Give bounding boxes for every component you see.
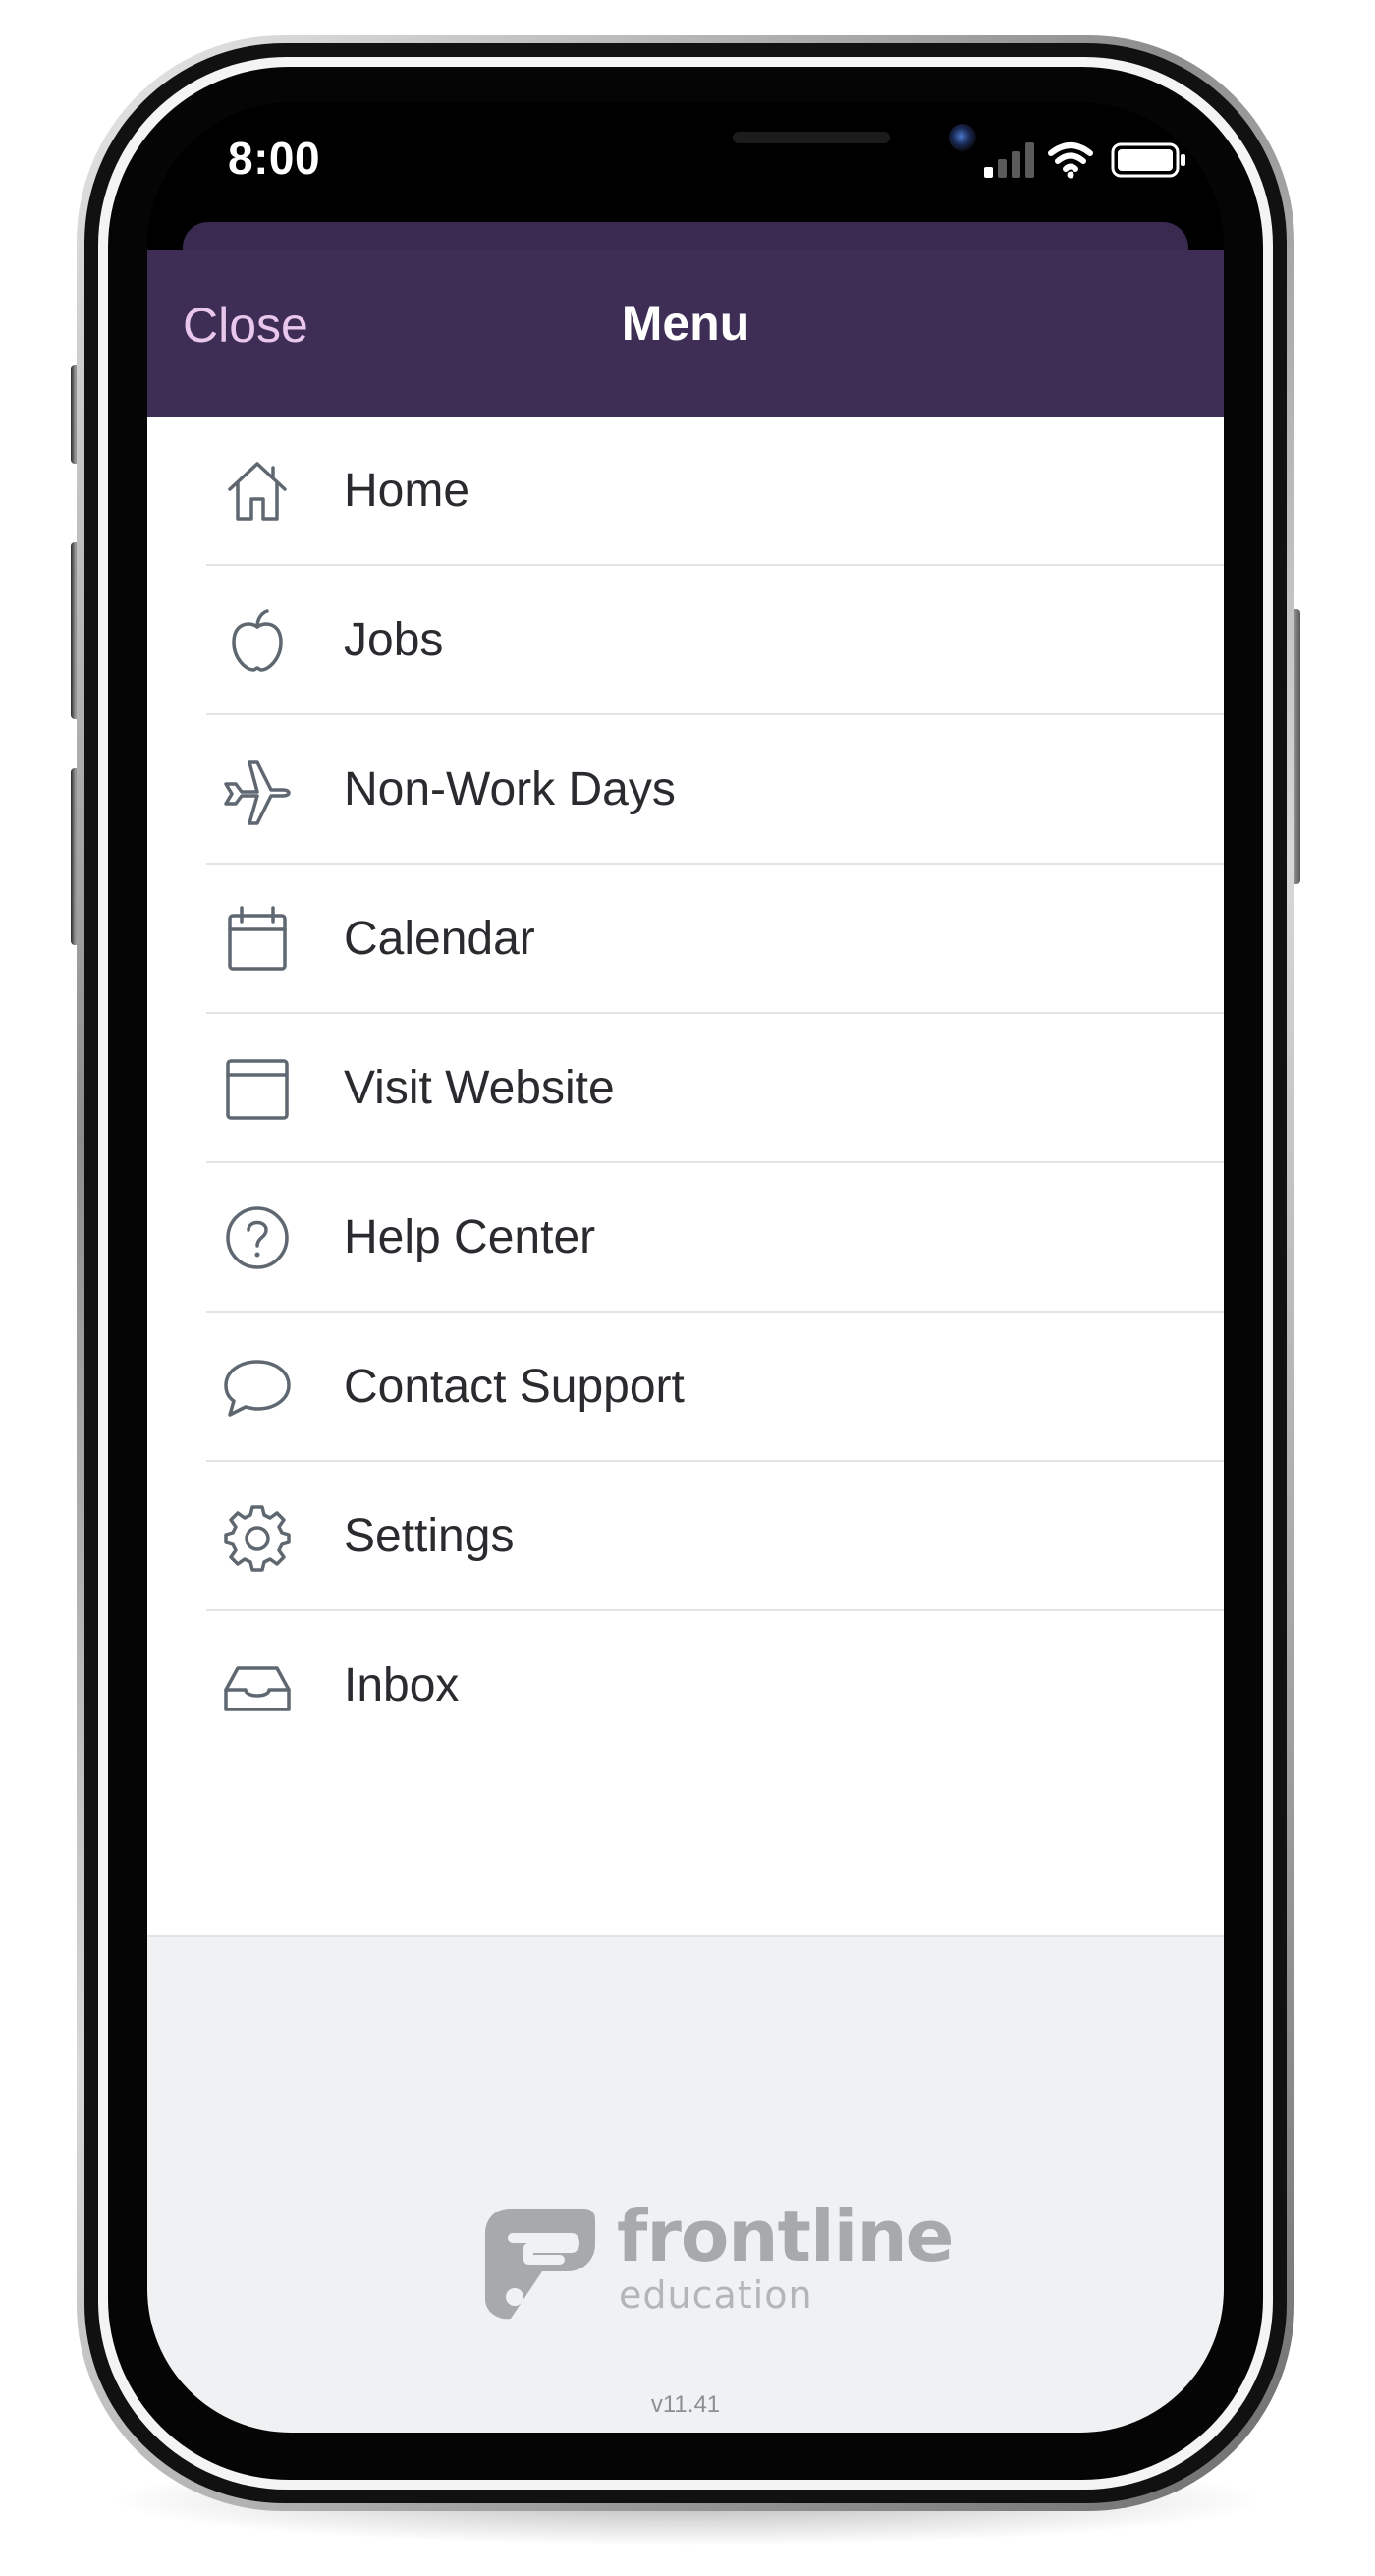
apple-icon: [222, 605, 293, 676]
menu-item-visit-website[interactable]: Visit Website: [147, 1014, 1224, 1163]
device-stage: 8:00 Close Menu Home Jobs Non-Work Days …: [0, 0, 1375, 2576]
inbox-tray-icon: [222, 1651, 293, 1721]
menu-item-settings[interactable]: Settings: [147, 1462, 1224, 1611]
menu-item-non-work-days[interactable]: Non-Work Days: [147, 715, 1224, 865]
airplane-icon: [222, 755, 293, 825]
menu-item-calendar[interactable]: Calendar: [147, 865, 1224, 1014]
notch: [379, 102, 992, 191]
brand-subtitle: education: [619, 2273, 813, 2317]
frontline-logo-mark-icon: [481, 2205, 599, 2323]
menu-item-label: Contact Support: [344, 1361, 685, 1413]
front-camera: [949, 124, 976, 151]
page-title: Menu: [621, 296, 750, 351]
screen: 8:00 Close Menu Home Jobs Non-Work Days …: [147, 102, 1224, 2433]
frontline-logo: frontline education: [481, 2195, 954, 2332]
menu-item-jobs[interactable]: Jobs: [147, 566, 1224, 715]
menu-item-label: Help Center: [344, 1211, 596, 1263]
menu-item-label: Non-Work Days: [344, 763, 676, 815]
calendar-icon: [222, 904, 293, 975]
navigation-bar: Close Menu: [147, 250, 1224, 417]
menu-item-label: Home: [344, 465, 470, 517]
app-version: v11.41: [650, 2391, 721, 2418]
speech-bubble-icon: [222, 1352, 293, 1423]
menu-item-contact-support[interactable]: Contact Support: [147, 1313, 1224, 1462]
menu-item-label: Calendar: [344, 913, 535, 965]
menu-list: Home Jobs Non-Work Days Calendar Visit W…: [147, 417, 1224, 1937]
menu-item-label: Visit Website: [344, 1062, 615, 1114]
menu-item-label: Jobs: [344, 614, 444, 666]
brand-name: frontline: [617, 2195, 954, 2277]
gear-icon: [222, 1501, 293, 1572]
menu-item-help-center[interactable]: Help Center: [147, 1163, 1224, 1313]
menu-sheet: Close Menu Home Jobs Non-Work Days Calen…: [147, 250, 1224, 2433]
menu-item-home[interactable]: Home: [147, 417, 1224, 566]
status-indicators: [984, 142, 1185, 179]
menu-item-label: Inbox: [344, 1659, 460, 1711]
battery-icon: [1111, 142, 1185, 178]
home-icon: [222, 456, 293, 527]
menu-item-inbox[interactable]: Inbox: [147, 1611, 1224, 1761]
status-time: 8:00: [228, 133, 321, 184]
status-icons: [984, 140, 1190, 179]
earpiece-speaker: [733, 132, 890, 143]
question-circle-icon: [222, 1203, 293, 1273]
browser-window-icon: [222, 1053, 293, 1124]
cellular-signal-icon: [984, 142, 1034, 178]
menu-item-label: Settings: [344, 1510, 515, 1562]
wifi-icon: [1048, 142, 1093, 179]
